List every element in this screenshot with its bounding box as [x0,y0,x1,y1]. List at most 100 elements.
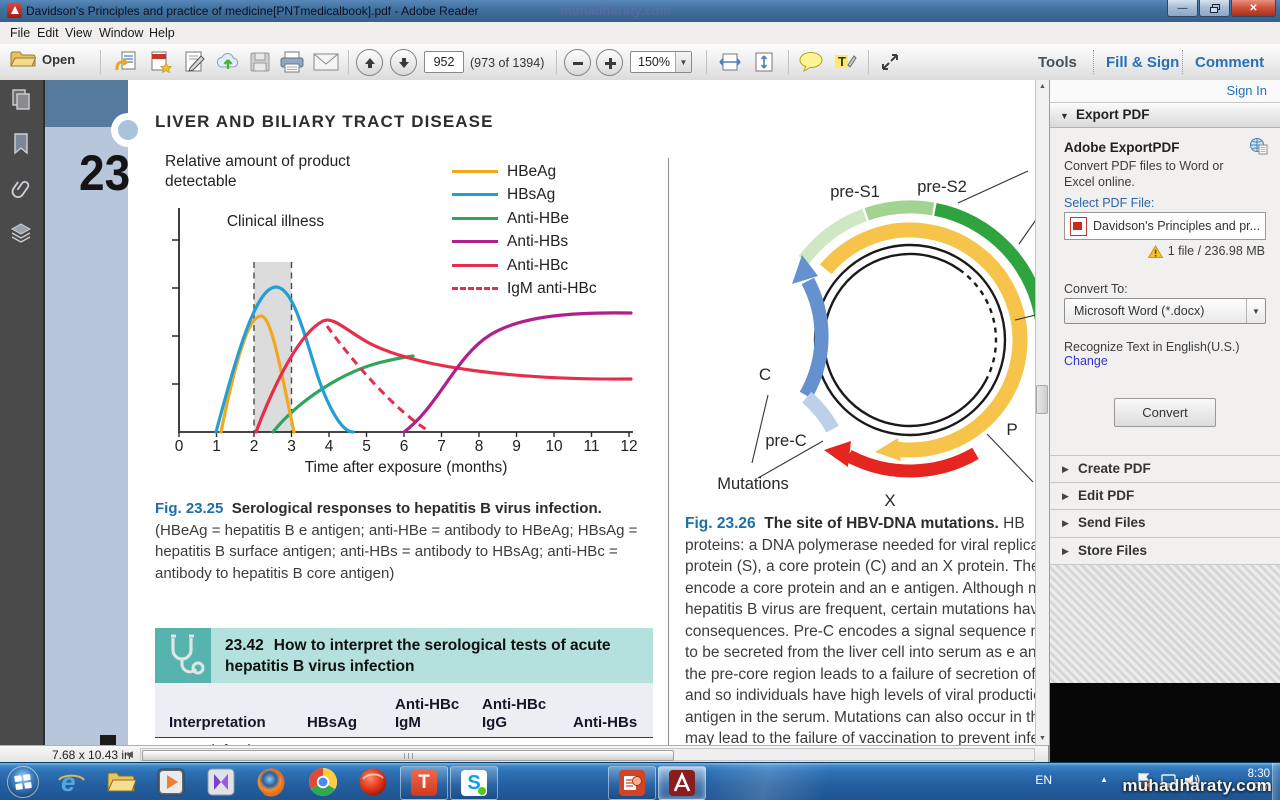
close-button[interactable]: ✕ [1231,0,1276,17]
create-pdf-button[interactable] [146,49,174,75]
page-thumbnails-button[interactable] [10,88,34,112]
sign-document-button[interactable] [180,49,208,75]
menu-bar: File Edit View Window Help [0,22,1280,45]
table-header-row: Interpretation HBsAg Anti-HBc IgM Anti-H… [155,683,653,738]
table-header: Anti-HBs [573,714,637,732]
chapter-number: 23 [79,144,130,202]
previous-page-button[interactable] [356,49,383,76]
attachments-button[interactable] [10,178,34,202]
convert-button[interactable]: Convert [1114,398,1216,427]
legend-item: HBeAg [452,163,556,180]
save-button[interactable] [246,49,274,75]
store-files-section[interactable]: ▶ Store Files [1050,537,1280,565]
window-title: Davidson's Principles and practice of me… [26,4,479,18]
layers-icon [10,222,32,244]
layers-button[interactable] [10,222,34,246]
next-page-button[interactable] [390,49,417,76]
chevron-right-icon: ▶ [1062,546,1069,557]
serology-chart: Relative amount of product detectable Cl… [155,150,660,480]
scrolling-mode-button[interactable] [716,49,744,75]
create-pdf-section[interactable]: ▶ Create PDF [1050,455,1280,483]
up-arrow-icon [364,57,376,69]
fit-page-icon [752,50,776,74]
legend-swatch-anti-hbc [452,264,498,267]
send-files-section[interactable]: ▶ Send Files [1050,509,1280,537]
upload-cloud-button[interactable] [214,49,242,75]
taskbar-app-powerpoint[interactable] [608,766,656,800]
zoom-level-dropdown[interactable]: 150% ▼ [630,51,692,73]
menu-window[interactable]: Window [95,22,147,44]
hbv-genome-svg: pre-S1 pre-S2 C pre-C Mutations X P [685,152,1035,507]
vertical-scrollbar-thumb[interactable] [1036,385,1048,414]
edit-pdf-section[interactable]: ▶ Edit PDF [1050,482,1280,510]
selected-file-box[interactable]: Davidson's Principles and pr... [1064,212,1266,240]
scroll-up-arrow[interactable]: ▲ [1036,80,1049,93]
sign-in-bar: Sign In [1050,80,1280,102]
legend-swatch-anti-hbs [452,240,498,243]
media-player-classic-icon[interactable] [156,767,186,797]
paperclip-icon [10,178,32,202]
file-explorer-icon[interactable] [106,767,136,797]
highlight-text-button[interactable]: T [831,49,859,75]
scroll-down-arrow[interactable]: ▼ [1036,732,1049,745]
label-p: P [1006,420,1017,439]
panel-black-area [1050,683,1280,762]
taskbar-shine [690,763,840,800]
fit-page-button[interactable] [750,49,778,75]
menu-file[interactable]: File [6,22,34,44]
adobe-reader-window: Davidson's Principles and practice of me… [0,0,1280,800]
start-button[interactable] [6,765,40,799]
page-title: LIVER AND BILIARY TRACT DISEASE [155,112,494,132]
bookmarks-button[interactable] [10,132,34,156]
share-document-button[interactable] [112,49,140,75]
taskbar-app-skype[interactable]: S [450,766,498,800]
x-tick-label: 4 [325,438,334,455]
minimize-button[interactable]: — [1167,0,1198,17]
taskbar-app-adobe-reader[interactable] [658,766,706,800]
zoom-in-button[interactable] [596,49,623,76]
chart-y-axis-label: Relative amount of product detectable [165,152,360,192]
horizontal-scrollbar[interactable] [140,748,1035,761]
zoom-out-button[interactable] [564,49,591,76]
fullscreen-button[interactable] [876,49,904,75]
page-number-input[interactable] [424,51,464,73]
internet-explorer-icon[interactable]: e [56,767,86,797]
sign-in-link[interactable]: Sign In [1227,83,1267,98]
show-desktop-button[interactable] [1272,763,1280,800]
export-pdf-header[interactable]: ▼ Export PDF [1050,102,1280,128]
panel-hatched-area [1050,564,1280,684]
print-button[interactable] [278,49,306,75]
legend-swatch-hbsag [452,193,498,196]
chevron-right-icon: ▶ [1062,491,1069,502]
comment-tab[interactable]: Comment [1195,54,1264,71]
kmplayer-icon[interactable] [206,767,236,797]
horizontal-scrollbar-thumb[interactable] [142,750,674,761]
menu-edit[interactable]: Edit [33,22,63,44]
legend-item: HBsAg [452,186,555,203]
email-button[interactable] [312,49,340,75]
firefox-icon[interactable] [256,767,286,797]
show-hidden-icons[interactable]: ▲ [1100,775,1108,784]
format-dropdown[interactable]: Microsoft Word (*.docx) ▼ [1064,298,1266,324]
fig-23-26-label: Fig. 23.26 [685,515,756,532]
exportpdf-description: Convert PDF files to Word or Excel onlin… [1064,158,1249,190]
h-scroll-left-arrow[interactable]: ◀ [126,749,133,760]
tools-tab[interactable]: Tools [1038,54,1077,71]
fill-sign-tab[interactable]: Fill & Sign [1106,54,1179,71]
windows-start-icon [6,765,40,799]
red-browser-icon[interactable] [358,767,388,797]
language-indicator[interactable]: EN [1035,773,1052,787]
chart-plot-area: 0 1 2 3 4 5 6 7 8 9 10 11 12 Time after … [155,150,660,480]
fig-23-25-caption: Fig. 23.25 Serological responses to hepa… [155,498,657,584]
taskbar-app-t[interactable]: T [400,766,448,800]
menu-help[interactable]: Help [145,22,179,44]
sticky-note-button[interactable] [797,49,825,75]
restore-button[interactable] [1199,0,1230,17]
open-button[interactable]: Open [10,49,75,69]
change-link[interactable]: Change [1064,354,1108,368]
title-bar[interactable]: Davidson's Principles and practice of me… [0,0,1280,22]
menu-view[interactable]: View [61,22,96,44]
label-c: C [759,365,771,384]
info-box-23-42: 23.42How to interpret the serological te… [155,628,653,745]
chrome-icon[interactable] [308,767,338,797]
